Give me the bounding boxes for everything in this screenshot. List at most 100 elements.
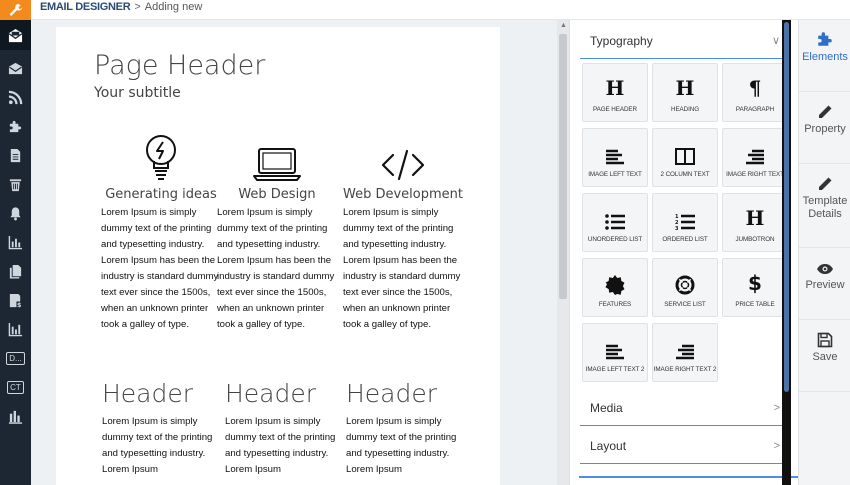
feature-heading: Web Design: [238, 187, 316, 202]
tab-label: Property: [804, 123, 846, 135]
tile-image-left-text[interactable]: IMAGE LEFT TEXT: [582, 128, 648, 187]
sidebar-item-stats[interactable]: [0, 227, 31, 257]
tab-save[interactable]: Save: [799, 320, 850, 392]
columns-icon: [675, 148, 695, 165]
canvas-scroll-thumb[interactable]: [559, 34, 567, 299]
text-badge-icon: CT: [7, 380, 24, 394]
tile-paragraph[interactable]: ¶ PARAGRAPH: [722, 63, 788, 122]
tile-jumbotron[interactable]: H JUMBOTRON: [722, 193, 788, 252]
tab-property[interactable]: Property: [799, 92, 850, 164]
accordion-label: Media: [590, 400, 623, 415]
sidebar-item-ct[interactable]: CT: [0, 372, 31, 402]
accordion-layout[interactable]: Layout >: [580, 428, 790, 464]
panel-scrollbar[interactable]: [782, 20, 791, 485]
unordered-list-icon: [605, 214, 625, 230]
chevron-right-icon: >: [773, 401, 780, 414]
puzzle-icon: [9, 120, 22, 132]
text-column[interactable]: Header Lorem Ipsum is simply dummy text …: [102, 379, 217, 478]
accordion-typography[interactable]: Typography ∨: [580, 23, 790, 59]
tile-service-list[interactable]: SERVICE LIST: [652, 258, 718, 317]
tile-image-left-text-2[interactable]: IMAGE LEFT TEXT 2: [582, 323, 648, 382]
tile-label: JUMBOTRON: [735, 236, 775, 243]
laptop-icon: [253, 148, 301, 181]
feature-block[interactable]: Web Design Lorem Ipsum is simply dummy t…: [217, 125, 337, 333]
tile-2-column-text[interactable]: 2 COLUMN TEXT: [652, 128, 718, 187]
dollar-icon: $: [748, 271, 762, 295]
tab-template-details[interactable]: Template Details: [799, 164, 850, 248]
sidebar-item-d[interactable]: D...: [0, 343, 31, 373]
tile-label: ORDERED LIST: [662, 236, 708, 243]
breadcrumb-app[interactable]: EMAIL DESIGNER: [40, 1, 131, 13]
lifebuoy-icon: [675, 275, 695, 295]
canvas-scrollbar[interactable]: ▲: [557, 20, 569, 485]
tile-image-right-text-2[interactable]: IMAGE RIGHT TEXT 2: [652, 323, 718, 382]
trash-icon: [9, 178, 22, 191]
bell-icon: [10, 206, 21, 220]
tile-label: IMAGE LEFT TEXT: [588, 171, 642, 178]
breadcrumb-current: Adding new: [144, 1, 203, 13]
panel-divider: [579, 476, 799, 478]
align-left-icon: [606, 344, 624, 360]
sidebar-item-trash[interactable]: [0, 169, 31, 199]
breadcrumb-separator: >: [134, 1, 141, 13]
tab-label: Template Details: [802, 195, 848, 220]
tile-heading[interactable]: H HEADING: [652, 63, 718, 122]
tile-unordered-list[interactable]: UNORDERED LIST: [582, 193, 648, 252]
tile-price-table[interactable]: $ PRICE TABLE: [722, 258, 788, 317]
sidebar-item-documents[interactable]: [0, 140, 31, 170]
tab-preview[interactable]: Preview: [799, 248, 850, 320]
accordion-label: Layout: [590, 438, 627, 453]
sidebar-item-statistics[interactable]: [0, 401, 31, 431]
tab-elements[interactable]: Elements: [799, 20, 850, 92]
badge-icon: [605, 275, 625, 295]
elements-panel: Typography ∨ H PAGE HEADER H HEADING ¶ P…: [569, 20, 798, 485]
email-icon: [8, 62, 23, 74]
svg-text:3: 3: [675, 226, 679, 230]
page-header-icon: H: [605, 76, 625, 100]
left-sidebar: $ D... CT: [0, 20, 31, 485]
scroll-up-icon[interactable]: ▲: [560, 22, 567, 29]
top-bar: EMAIL DESIGNER > Adding new: [0, 0, 850, 20]
feature-body: Lorem Ipsum is simply dummy text of the …: [343, 207, 461, 330]
tile-label: IMAGE RIGHT TEXT 2: [653, 366, 717, 373]
tile-label: UNORDERED LIST: [587, 236, 643, 243]
code-icon: [381, 149, 425, 181]
feature-body: Lorem Ipsum is simply dummy text of the …: [101, 207, 219, 330]
pencil-icon: [819, 105, 832, 118]
wrench-icon: [9, 3, 22, 16]
sidebar-item-analytics[interactable]: [0, 314, 31, 344]
pencil-icon: [819, 177, 832, 190]
text-column[interactable]: Header Lorem Ipsum is simply dummy text …: [225, 379, 340, 478]
feature-heading: Web Development: [343, 187, 463, 202]
feature-block[interactable]: Web Development Lorem Ipsum is simply du…: [343, 125, 463, 333]
lightbulb-icon: [146, 135, 176, 180]
chevron-right-icon: >: [773, 439, 780, 452]
page-subtitle[interactable]: Your subtitle: [94, 85, 181, 101]
feature-block[interactable]: Generating ideas Lorem Ipsum is simply d…: [101, 125, 221, 333]
text-column[interactable]: Header Lorem Ipsum is simply dummy text …: [346, 379, 461, 478]
sidebar-item-plugins[interactable]: [0, 111, 31, 141]
sidebar-item-email-designer[interactable]: [0, 20, 31, 50]
panel-scroll-thumb[interactable]: [784, 22, 789, 392]
ordered-list-icon: 123: [675, 214, 695, 230]
sidebar-item-pages[interactable]: [0, 256, 31, 286]
tile-ordered-list[interactable]: 123 ORDERED LIST: [652, 193, 718, 252]
sidebar-item-rss[interactable]: [0, 82, 31, 112]
tile-features[interactable]: FEATURES: [582, 258, 648, 317]
column-body: Lorem Ipsum is simply dummy text of the …: [225, 416, 336, 475]
sidebar-item-reports[interactable]: $: [0, 285, 31, 315]
tile-page-header[interactable]: H PAGE HEADER: [582, 63, 648, 122]
tab-label: Preview: [805, 279, 845, 291]
email-page[interactable]: Page Header Your subtitle Generating ide…: [56, 27, 500, 485]
tile-label: FEATURES: [598, 301, 632, 308]
column-heading: Header: [102, 379, 194, 408]
tile-label: SERVICE LIST: [664, 301, 706, 308]
sidebar-item-notifications[interactable]: [0, 198, 31, 228]
accordion-media[interactable]: Media >: [580, 390, 790, 426]
app-logo[interactable]: [0, 0, 31, 20]
tile-image-right-text[interactable]: IMAGE RIGHT TEXT: [722, 128, 788, 187]
rss-icon: [8, 90, 23, 104]
sidebar-item-email[interactable]: [0, 53, 31, 83]
page-title[interactable]: Page Header: [94, 50, 265, 81]
eye-icon: [817, 264, 833, 274]
